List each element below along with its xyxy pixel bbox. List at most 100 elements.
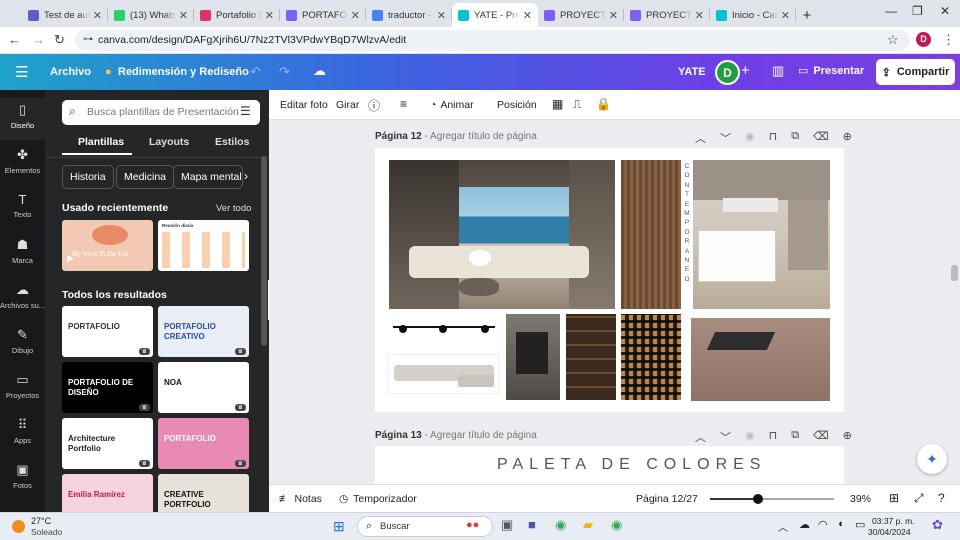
browser-tab[interactable]: Test de autoc✕	[22, 3, 108, 27]
chevron-down-icon[interactable]: ﹀	[720, 130, 731, 146]
chevron-up-icon[interactable]: ︿	[695, 429, 706, 445]
wood-slats-photo[interactable]	[621, 160, 681, 309]
browser-tab[interactable]: Inicio - Canv✕	[710, 3, 796, 27]
hide-icon[interactable]: ◉	[745, 130, 755, 146]
trash-icon[interactable]: ⌫	[813, 130, 829, 146]
add-page-icon[interactable]: ⊕	[843, 429, 852, 445]
wifi-icon[interactable]: ◠	[818, 518, 828, 531]
clock-date[interactable]: 30/04/2024	[868, 527, 911, 537]
chip-historia[interactable]: Historia	[62, 165, 114, 189]
add-page-icon[interactable]: ⊕	[843, 130, 852, 146]
trash-icon[interactable]: ⌫	[813, 429, 829, 445]
border-style-icon[interactable]: ≡	[400, 97, 407, 111]
share-button[interactable]: ⇪ Compartir	[876, 59, 955, 85]
battery-icon[interactable]: ▭	[855, 518, 865, 531]
lock-icon[interactable]: 🔒	[596, 97, 611, 111]
rail-item-upload[interactable]: ☁ Archivos su...	[0, 278, 45, 320]
forward-icon[interactable]: →	[32, 32, 45, 47]
rail-item-shapes[interactable]: ✤ Elementos	[0, 143, 45, 185]
weather-condition[interactable]: Soleado	[31, 527, 62, 537]
edit-photo-button[interactable]: Editar foto	[280, 99, 328, 111]
tv-wall-photo[interactable]	[506, 314, 560, 400]
present-button[interactable]: ▭ Presentar	[798, 64, 864, 78]
flip-button[interactable]: Girar	[336, 99, 359, 111]
file-explorer-icon[interactable]: ▰	[583, 517, 593, 533]
user-avatar[interactable]: D	[715, 60, 740, 85]
lock-page-icon[interactable]: ⊓	[769, 429, 778, 445]
template-thumb[interactable]: Emilia Ramírez♛	[62, 474, 153, 512]
page-12-header[interactable]: Página 12 - Agregar título de página	[375, 131, 537, 142]
add-collaborator-icon[interactable]: +	[741, 62, 750, 79]
track-lights-photo[interactable]	[389, 316, 499, 338]
info-icon[interactable]: ⓘ	[368, 97, 380, 114]
template-thumb[interactable]: NOA ♛	[158, 362, 249, 413]
filter-icon[interactable]: ☰	[240, 104, 251, 118]
site-info-icon[interactable]: ⊶	[83, 34, 93, 45]
reload-icon[interactable]: ↻	[54, 32, 65, 48]
tab-plantillas[interactable]: Plantillas	[78, 136, 124, 148]
living-room-photo[interactable]	[389, 160, 615, 309]
rail-item-brand[interactable]: ☗ Marca	[0, 233, 45, 275]
chevron-down-icon[interactable]: ﹀	[720, 429, 731, 445]
page-12-canvas[interactable]: CONTEMPORANEO	[375, 148, 844, 412]
browser-tab[interactable]: PROYECTO F✕	[538, 3, 624, 27]
browser-tab[interactable]: traductor - B✕	[366, 3, 452, 27]
template-thumb[interactable]: PORTAFOLIO ♛	[62, 306, 153, 357]
duplicate-icon[interactable]: ⧉	[791, 429, 799, 445]
browser-tab[interactable]: Portafolio Di✕	[194, 3, 280, 27]
windows-start-icon[interactable]: ⊞	[333, 518, 345, 535]
animate-button[interactable]: ◔ Animar	[430, 99, 474, 111]
template-thumb[interactable]: Architecture Portfolio ♛	[62, 418, 153, 469]
url-field[interactable]: ⊶ canva.com/design/DAFgXjrih6U/7Nz2TVl3V…	[75, 30, 910, 51]
magic-assistant-icon[interactable]: ✦	[917, 444, 947, 474]
chevron-up-tray-icon[interactable]: ︿	[778, 519, 788, 534]
tab-estilos[interactable]: Estilos	[215, 136, 249, 148]
close-window-icon[interactable]: ✕	[940, 4, 950, 18]
document-name[interactable]: YATE	[678, 66, 706, 78]
browser-tab[interactable]: PROYECTO T✕	[624, 3, 710, 27]
taskbar-search[interactable]: ⌕ Buscar ●●	[357, 516, 493, 537]
bookmark-star-icon[interactable]: ☆	[887, 32, 899, 48]
chrome-profile-icon[interactable]: ◉	[611, 517, 622, 533]
close-tab-icon[interactable]: ✕	[265, 9, 274, 22]
close-tab-icon[interactable]: ✕	[523, 9, 532, 22]
new-tab-icon[interactable]: +	[796, 3, 818, 27]
recent-thumb-todo[interactable]: My Work To Do List ▶	[62, 220, 153, 271]
modular-sofa-photo[interactable]	[387, 354, 499, 394]
copilot-icon[interactable]: ✿	[932, 517, 943, 533]
see-all-link[interactable]: Ver todo	[216, 203, 251, 214]
file-menu[interactable]: Archivo	[50, 66, 91, 78]
volume-icon[interactable]: ◖	[837, 518, 844, 530]
wood-table-photo[interactable]	[691, 318, 830, 401]
help-icon[interactable]: ?	[938, 491, 945, 505]
template-thumb[interactable]: PORTAFOLIO CREATIVO ♛	[158, 306, 249, 357]
close-tab-icon[interactable]: ✕	[179, 9, 188, 22]
close-tab-icon[interactable]: ✕	[781, 9, 790, 22]
rail-item-text[interactable]: T Texto	[0, 188, 45, 230]
zoom-slider[interactable]	[710, 494, 834, 504]
sofa-table-photo[interactable]	[693, 160, 830, 309]
profile-avatar[interactable]: D	[916, 32, 931, 47]
template-thumb[interactable]: CREATIVE PORTFOLIO♛	[158, 474, 249, 512]
duplicate-icon[interactable]: ⧉	[791, 130, 799, 146]
minimize-icon[interactable]: —	[885, 4, 897, 18]
chrome-icon[interactable]: ◉	[555, 517, 566, 533]
rail-item-apps[interactable]: ⠿ Apps	[0, 413, 45, 455]
grid-view-icon[interactable]: ⊞	[889, 491, 899, 505]
onedrive-icon[interactable]: ☁	[799, 518, 810, 531]
rail-item-folder[interactable]: ▭ Proyectos	[0, 368, 45, 410]
hide-icon[interactable]: ◉	[745, 429, 755, 445]
panel-scrollbar[interactable]	[261, 156, 267, 346]
fullscreen-icon[interactable]: ⤢	[914, 491, 924, 506]
rail-item-draw[interactable]: ✎ Dibujo	[0, 323, 45, 365]
cloud-save-icon[interactable]: ☁	[313, 63, 326, 79]
redo-icon[interactable]: ↷	[279, 64, 290, 80]
analytics-icon[interactable]: ▥	[772, 63, 784, 79]
paint-roller-icon[interactable]: ⎍	[573, 97, 581, 112]
shelf-cabinet-photo[interactable]	[566, 314, 616, 400]
browser-tab[interactable]: PORTAFOLIO✕	[280, 3, 366, 27]
page-13-header[interactable]: Página 13 - Agregar título de página	[375, 430, 537, 441]
close-tab-icon[interactable]: ✕	[609, 9, 618, 22]
undo-icon[interactable]: ↶	[250, 64, 261, 80]
transparency-icon[interactable]: ▦	[552, 97, 563, 111]
